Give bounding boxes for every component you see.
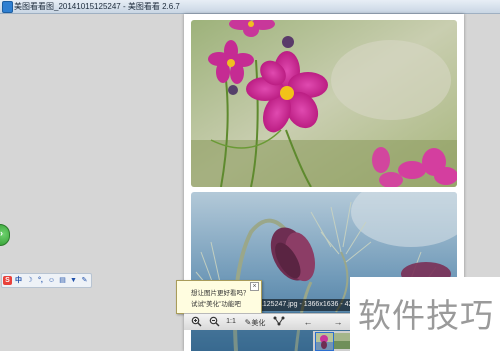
watermark-text: 软件技巧: [358, 297, 494, 334]
bottom-toolbar: 1:1 ✎美化 ← →: [184, 313, 350, 330]
tip-close-button[interactable]: ×: [250, 282, 259, 291]
thumbnail[interactable]: [334, 333, 350, 349]
ime-toolbar: S 中 ☽ °, ☺ ▤ ▼ ✎: [1, 273, 92, 288]
ime-skin-icon[interactable]: ▼: [69, 276, 78, 285]
zoom-in-button[interactable]: [190, 316, 202, 328]
next-image-button[interactable]: →: [332, 316, 344, 328]
ime-emoji-icon[interactable]: ☺: [47, 276, 56, 285]
title-bar: 美图看看图_20141015125247 - 美图看看 2.6.7: [0, 0, 500, 14]
thumbnail-strip: [313, 331, 353, 351]
window-title: 美图看看图_20141015125247 - 美图看看 2.6.7: [14, 2, 180, 11]
previous-image-button[interactable]: ←: [302, 316, 314, 328]
zoom-out-icon: [209, 316, 219, 327]
share-nodes-icon: [273, 316, 285, 326]
tip-text-line-1: 想让图片更好看吗？: [191, 290, 250, 297]
image-info-bar: ..125247.jpg - 1366x1636 - 42%: [258, 299, 350, 311]
beautify-tip-popup: × 想让图片更好看吗？ 试试“美化”功能吧: [176, 280, 262, 314]
photo-cosmos-flowers: [191, 20, 457, 187]
thumbnail-selected[interactable]: [315, 332, 334, 351]
ime-mode-chinese-button[interactable]: 中: [14, 276, 23, 285]
app-icon: [2, 1, 13, 13]
share-button[interactable]: [272, 316, 286, 328]
ime-logo-icon[interactable]: S: [3, 276, 12, 285]
tip-text-line-2: 试试“美化”功能吧: [191, 301, 241, 308]
zoom-in-icon: [191, 316, 201, 327]
ime-halfwidth-icon[interactable]: ☽: [25, 276, 34, 285]
ime-keyboard-icon[interactable]: ▤: [58, 276, 67, 285]
zoom-out-button[interactable]: [208, 316, 220, 328]
expand-handle-arrow-icon: ›: [0, 228, 3, 238]
ime-punctuation-icon[interactable]: °,: [36, 276, 45, 285]
ime-settings-icon[interactable]: ✎: [80, 276, 89, 285]
beautify-button[interactable]: ✎美化: [242, 316, 268, 328]
beautify-label: 美化: [251, 320, 266, 327]
actual-size-button[interactable]: 1:1: [224, 316, 238, 328]
image-info-text: ..125247.jpg - 1366x1636 - 42%: [259, 301, 350, 308]
